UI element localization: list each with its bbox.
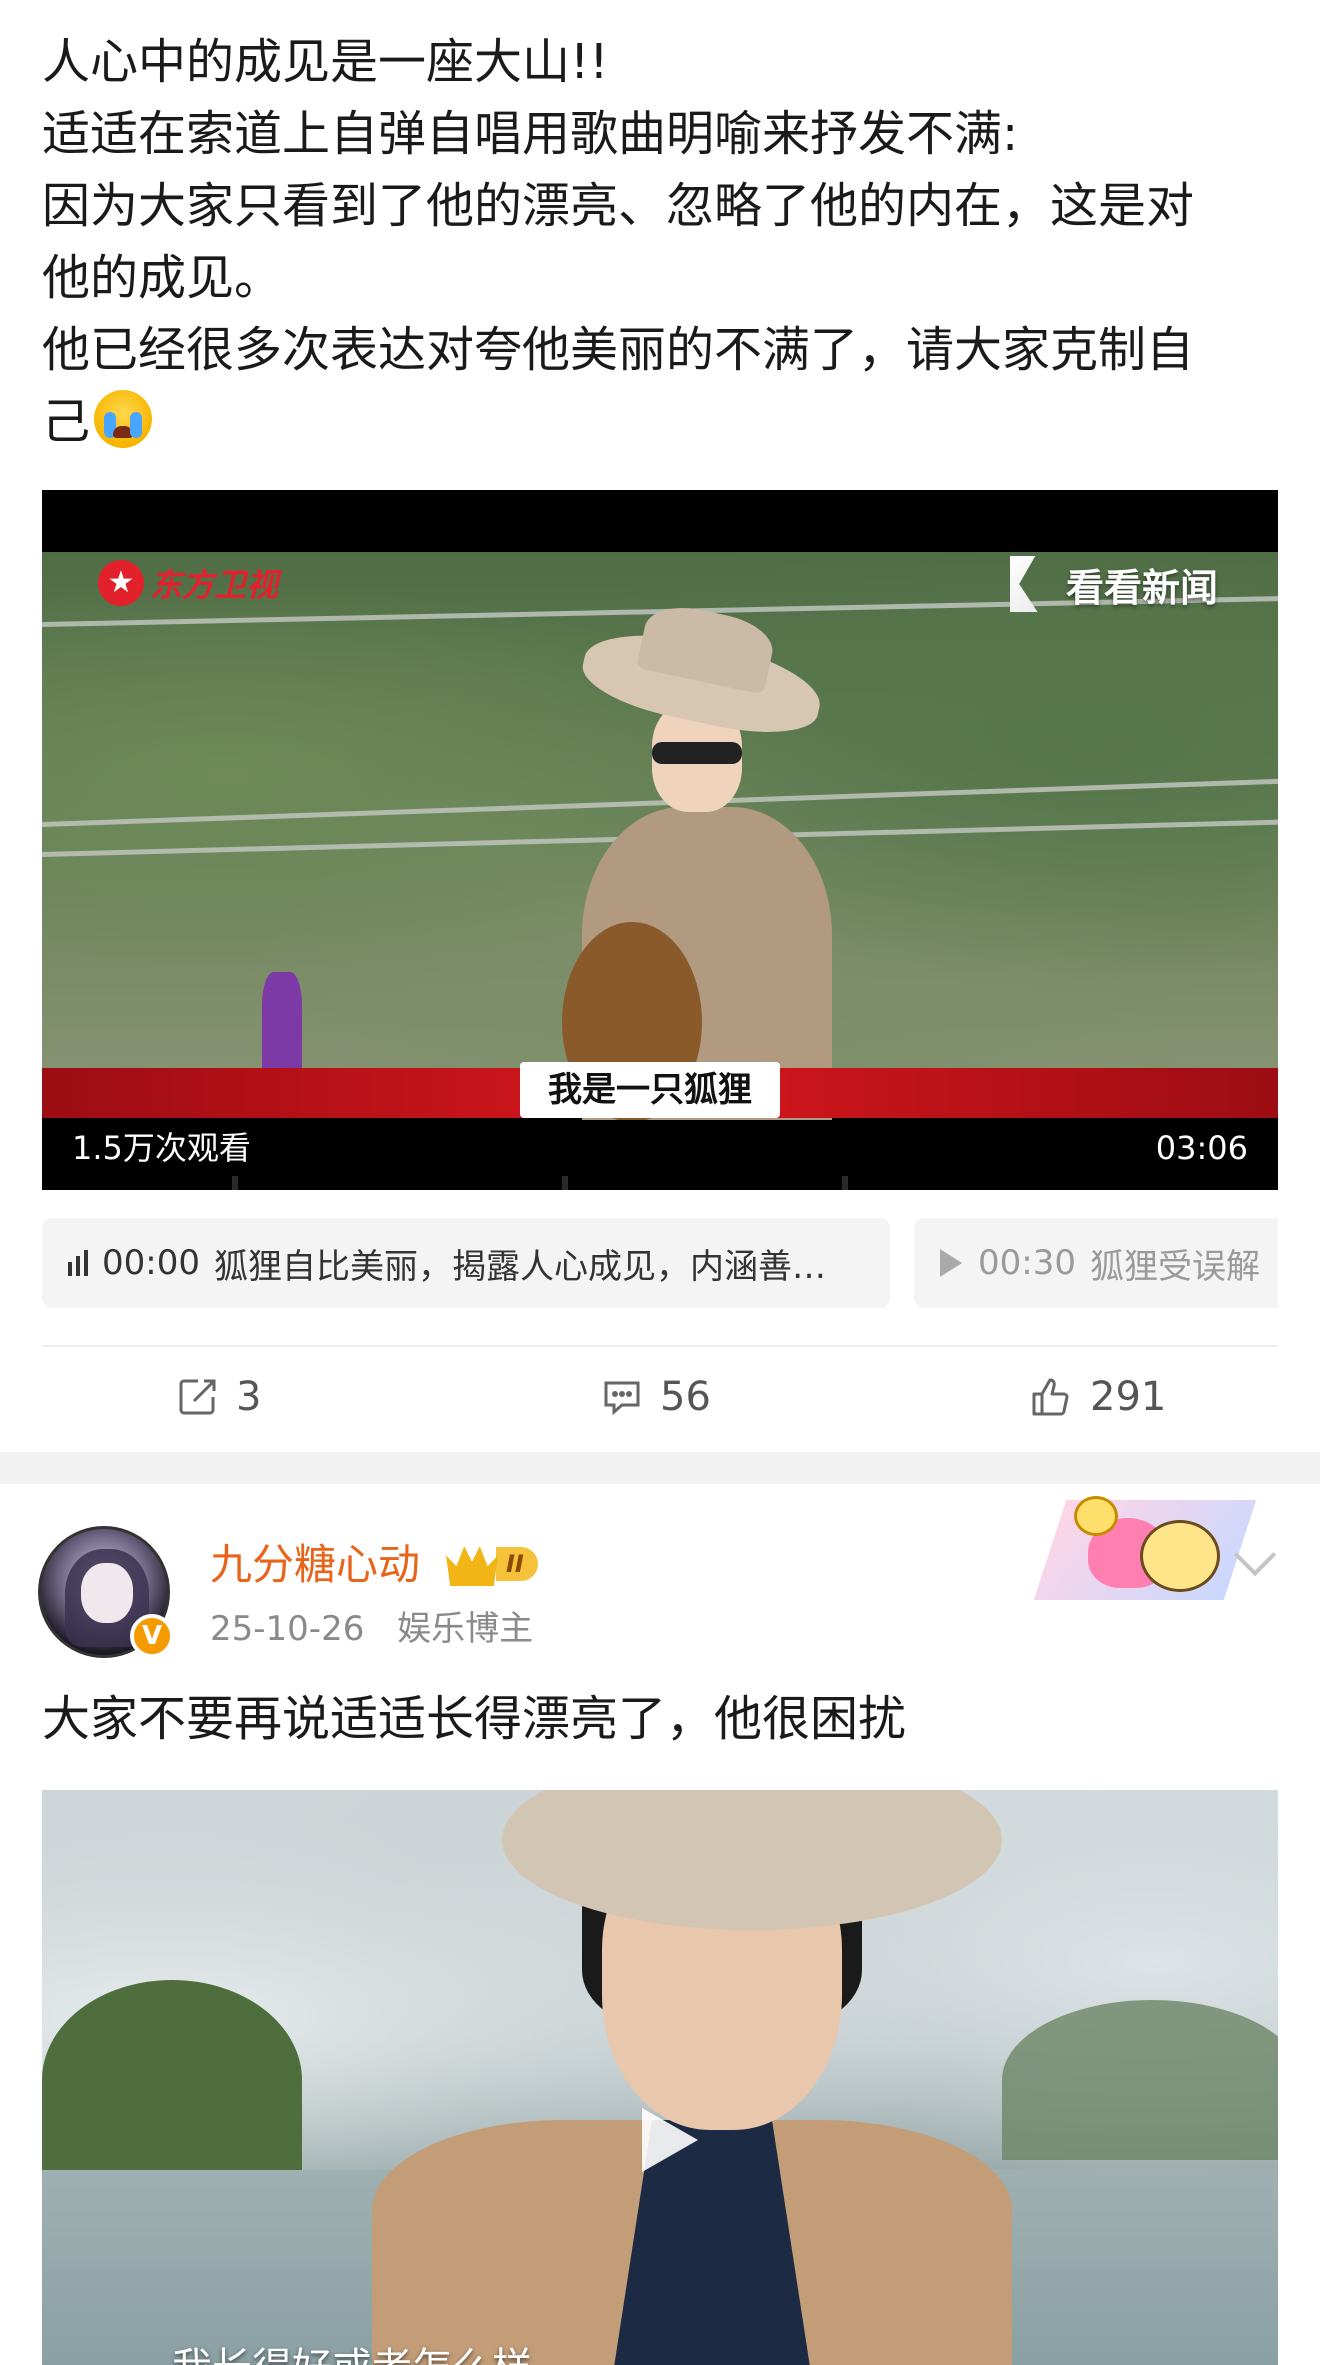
chapter-marker	[562, 1176, 568, 1190]
repost-button[interactable]: 3	[176, 1352, 261, 1442]
post-text-line: 人心中的成见是一座大山!!	[42, 34, 609, 90]
post-text-line: 他的成见。	[42, 250, 283, 306]
channel-name-left: 东方卫视	[150, 566, 279, 604]
audio-bars-icon	[68, 1250, 88, 1276]
author-name[interactable]: 九分糖心动	[210, 1538, 420, 1592]
chapter-time: 00:30	[978, 1243, 1076, 1283]
divider	[42, 1345, 1278, 1347]
post-action-bar: 3 56 291	[0, 1352, 1320, 1442]
kankan-logo-icon	[1009, 556, 1038, 612]
chapter-item[interactable]: 00:00 狐狸自比美丽，揭露人心成见，内涵善…	[42, 1218, 890, 1308]
crown-icon	[446, 1546, 498, 1586]
post-text-line: 适适在索道上自弹自唱用歌曲明喻来抒发不满:	[42, 106, 1019, 162]
video-frame	[42, 552, 1278, 1127]
chapter-list: 00:00 狐狸自比美丽，揭露人心成见，内涵善… 00:30 狐狸受误解	[42, 1218, 1278, 1308]
video-player[interactable]: ★ 东方卫视 看看新闻 我是一只狐狸 1.5万次观看 03:06	[42, 490, 1278, 1190]
chapter-marker	[842, 1176, 848, 1190]
video-subtitle: 我长得好或者怎么样	[172, 2335, 532, 2365]
chapter-title: 狐狸受误解	[1089, 1246, 1260, 1287]
repost-icon	[179, 1379, 216, 1415]
view-count: 1.5万次观看	[72, 1129, 251, 1167]
chapter-marker	[232, 1176, 238, 1190]
play-outline-icon	[940, 1249, 962, 1277]
cowboy-hat-shape	[502, 1790, 1002, 1930]
repost-count: 3	[236, 1374, 262, 1420]
chapter-item[interactable]: 00:30 狐狸受误解	[914, 1218, 1278, 1308]
post-text-line: 他已经很多次表达对夸他美丽的不满了，请大家克制自	[42, 322, 1195, 378]
singer-figure	[562, 599, 882, 1127]
comment-button[interactable]: 56	[600, 1352, 711, 1442]
crying-face-emoji-icon	[94, 390, 153, 448]
post-body-text: 大家不要再说适适长得漂亮了，他很困扰	[42, 1691, 907, 1747]
play-icon[interactable]	[612, 2090, 712, 2190]
video-duration: 03:06	[1155, 1129, 1248, 1167]
comment-count: 56	[660, 1374, 711, 1420]
level-label: II	[496, 1547, 538, 1581]
video-player[interactable]: 我长得好或者怎么样	[42, 1790, 1278, 2365]
thumbs-up-icon	[1032, 1378, 1069, 1416]
channel-logo-right: 看看新闻	[1009, 556, 1218, 612]
comment-icon	[604, 1381, 640, 1416]
video-subtitle: 我是一只狐狸	[520, 1062, 780, 1118]
post-date: 25-10-26	[210, 1609, 365, 1649]
star-logo-icon: ★	[98, 560, 144, 606]
post-text-line: 己	[42, 394, 91, 450]
like-button[interactable]: 291	[1028, 1352, 1166, 1442]
chapter-time: 00:00	[102, 1243, 200, 1283]
like-count: 291	[1090, 1374, 1167, 1420]
post-body-text: 人心中的成见是一座大山!! 适适在索道上自弹自唱用歌曲明喻来抒发不满: 因为大家…	[42, 26, 1282, 458]
channel-name-right: 看看新闻	[1065, 565, 1218, 610]
member-level-badge[interactable]: II	[446, 1542, 538, 1586]
hill-shape	[42, 1980, 302, 2180]
chapter-progress-track[interactable]	[42, 1176, 1278, 1190]
mouse-character-icon	[1074, 1496, 1118, 1536]
hill-shape	[1002, 2000, 1278, 2160]
feed-separator	[0, 1452, 1320, 1484]
purple-ribbon	[262, 972, 302, 1082]
post-text-line: 因为大家只看到了他的漂亮、忽略了他的内在，这是对	[42, 178, 1195, 234]
author-tag: 娱乐博主	[397, 1609, 534, 1649]
channel-logo-left: ★ 东方卫视	[98, 560, 278, 606]
card-decoration-sticker	[1033, 1490, 1257, 1608]
post-meta: 25-10-26 娱乐博主	[210, 1606, 555, 1652]
chapter-title: 狐狸自比美丽，揭露人心成见，内涵善…	[213, 1246, 826, 1287]
verified-badge-icon: V	[130, 1614, 174, 1658]
pompompurin-icon	[1140, 1520, 1220, 1592]
